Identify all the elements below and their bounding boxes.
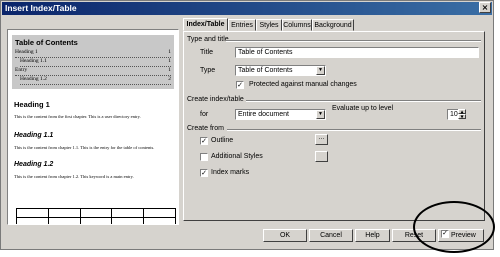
level-spin-buttons[interactable]: ▲ ▼: [458, 109, 468, 120]
divider: [226, 40, 481, 42]
type-label: Type: [200, 67, 216, 74]
toc-line: Heading 11: [15, 49, 171, 58]
title-input[interactable]: Table of Contents: [235, 47, 479, 58]
divider: [246, 100, 481, 102]
section-type-title: Type and title: [187, 36, 229, 43]
tab-panel: [183, 31, 485, 221]
help-button[interactable]: Help: [355, 229, 390, 242]
index-marks-label: Index marks: [211, 169, 250, 176]
toc-line: Heading 1.2 2: [20, 76, 171, 85]
highlight-ellipse: [413, 201, 495, 253]
for-select[interactable]: Entire document ▼: [235, 109, 326, 120]
additional-styles-label: Additional Styles: [211, 153, 263, 160]
toc-preview: Table of Contents Heading 11 Heading 1.1…: [12, 35, 174, 89]
type-select[interactable]: Table of Contents ▼: [235, 65, 326, 76]
preview-heading-1: Heading 1: [14, 100, 50, 109]
cancel-button[interactable]: Cancel: [309, 229, 353, 242]
toc-preview-title: Table of Contents: [15, 38, 78, 47]
protected-label: Protected against manual changes: [249, 81, 357, 88]
chevron-down-icon[interactable]: ▼: [316, 110, 325, 119]
chevron-down-icon[interactable]: ▼: [316, 66, 325, 75]
tab-index-table[interactable]: Index/Table: [183, 18, 228, 31]
outline-label: Outline: [211, 137, 234, 144]
outline-checkbox[interactable]: ✓: [200, 137, 208, 145]
tab-entries[interactable]: Entries: [228, 19, 256, 31]
preview-text: This is the content from the first chapt…: [14, 114, 141, 119]
ok-button[interactable]: OK: [263, 229, 307, 242]
tab-background[interactable]: Background: [312, 19, 354, 31]
additional-styles-button[interactable]: [315, 151, 328, 162]
evaluate-label: Evaluate up to level: [332, 105, 394, 112]
for-label: for: [200, 111, 209, 118]
divider: [227, 129, 481, 131]
title-label: Title: [200, 49, 213, 56]
preview-text: This is the content from chapter 1.1. Th…: [14, 145, 155, 150]
index-marks-checkbox[interactable]: ✓: [200, 169, 208, 177]
preview-table: [16, 208, 176, 224]
spin-down-icon[interactable]: ▼: [458, 114, 466, 119]
outline-options-button[interactable]: ...: [315, 134, 328, 145]
tab-styles[interactable]: Styles: [256, 19, 282, 31]
preview-text: This is the content from chapter 1.2. Th…: [14, 174, 134, 179]
dialog-title: Insert Index/Table: [2, 2, 492, 15]
toc-line: Heading 1.1 1: [20, 58, 171, 67]
tab-columns[interactable]: Columns: [282, 19, 312, 31]
additional-styles-checkbox[interactable]: [200, 153, 208, 161]
preview-heading-1-2: Heading 1.2: [14, 161, 54, 168]
close-icon[interactable]: ×: [479, 2, 491, 13]
toc-line: Entry 1: [15, 67, 171, 76]
section-create-index: Create index/table: [187, 96, 244, 103]
section-create-from: Create from: [187, 125, 224, 132]
preview-heading-1-1: Heading 1.1: [14, 132, 54, 139]
preview-pane: Table of Contents Heading 11 Heading 1.1…: [7, 29, 179, 225]
protected-checkbox[interactable]: ✓: [236, 81, 244, 89]
